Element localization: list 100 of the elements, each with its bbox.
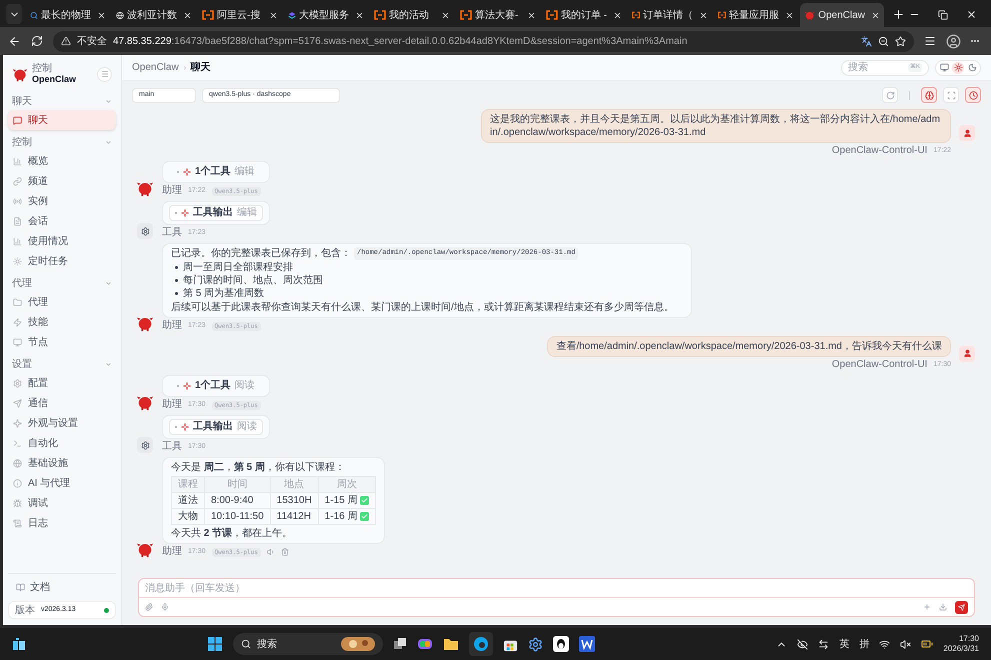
- browser-tab[interactable]: 大模型服务: [284, 3, 368, 27]
- docs-link[interactable]: 文档: [30, 580, 50, 595]
- ime-language[interactable]: 英: [839, 636, 850, 652]
- address-field[interactable]: 不安全 47.85.35.229:16473/bae5f288/chat?spm=5176.swas-next_server-detail.0.0.62b44ad8YKtemD&session=agent%3Amain%3Amain: [53, 30, 914, 52]
- message-composer-field[interactable]: 消息助手（回车发送）: [138, 578, 975, 617]
- restore-icon[interactable]: [938, 10, 948, 20]
- bug-icon: [13, 498, 22, 508]
- nav-item[interactable]: 通信: [8, 393, 116, 413]
- breadcrumb-item[interactable]: OpenClaw: [132, 60, 179, 75]
- search-placeholder: 搜索: [257, 638, 278, 652]
- nav-item[interactable]: 使用情况: [8, 231, 116, 251]
- nav-item[interactable]: 聊天: [8, 110, 116, 130]
- profile-avatar-icon[interactable]: [946, 34, 961, 48]
- new-tab-icon[interactable]: [892, 8, 905, 21]
- browser-tab[interactable]: 轻量应用服: [714, 3, 798, 27]
- close-icon[interactable]: [785, 10, 794, 20]
- clock-time[interactable]: 17:30: [958, 634, 979, 644]
- favorite-star-icon[interactable]: [895, 36, 906, 46]
- nav-label: 聊天: [28, 114, 48, 128]
- browser-tab[interactable]: 波利亚计数: [112, 3, 196, 27]
- nav-item[interactable]: 频道: [8, 171, 116, 191]
- ime-mode[interactable]: 拼: [859, 636, 870, 652]
- browser-tab[interactable]: 我的活动: [370, 3, 454, 27]
- browser-tab[interactable]: 最长的物理: [26, 3, 110, 27]
- close-icon[interactable]: [269, 10, 278, 20]
- browser-tab[interactable]: 算法大赛-: [456, 3, 540, 27]
- nav-item[interactable]: AI 与代理: [8, 473, 116, 493]
- word-icon[interactable]: [579, 636, 596, 652]
- wifi-icon[interactable]: [879, 638, 890, 650]
- nav-item[interactable]: 基础设施: [8, 453, 116, 473]
- nav-item[interactable]: 会话: [8, 211, 116, 231]
- nav-item[interactable]: 日志: [8, 513, 116, 533]
- nav-item[interactable]: 技能: [8, 312, 116, 332]
- nav-item[interactable]: 定时任务: [8, 251, 116, 271]
- clock-button[interactable]: [965, 87, 981, 103]
- search-icon[interactable]: [241, 639, 252, 649]
- nav-item[interactable]: 调试: [8, 493, 116, 513]
- browser-tab[interactable]: 订单详情（: [628, 3, 712, 27]
- nav-item[interactable]: 实例: [8, 191, 116, 211]
- thinking-toggle-button[interactable]: [921, 87, 937, 103]
- taskbar-search-field[interactable]: 搜索: [233, 633, 384, 655]
- copilot-icon[interactable]: [417, 636, 434, 652]
- start-icon[interactable]: [207, 636, 224, 652]
- nav-item[interactable]: 概览: [8, 151, 116, 171]
- tool-output-chip[interactable]: 工具输出 阅读: [169, 419, 263, 435]
- nav-item[interactable]: 自动化: [8, 433, 116, 453]
- tool-card[interactable]: 1个工具 编辑: [162, 161, 270, 183]
- penguin-icon[interactable]: [553, 636, 570, 652]
- tool-card[interactable]: 1个工具 阅读: [162, 375, 270, 397]
- close-icon[interactable]: [183, 10, 192, 20]
- tab-title: 订单详情（: [643, 8, 693, 22]
- translate-icon[interactable]: [861, 36, 872, 46]
- close-icon[interactable]: [355, 10, 364, 20]
- nav-item[interactable]: 节点: [8, 332, 116, 352]
- nav-item[interactable]: 外观与设置: [8, 413, 116, 433]
- back-icon[interactable]: [8, 34, 21, 48]
- browser-tab[interactable]: OpenClaw: [800, 3, 884, 27]
- tool-card[interactable]: 工具输出 阅读: [162, 415, 270, 439]
- search-placeholder: 搜索: [848, 60, 869, 75]
- clock-date[interactable]: 2026/3/31: [943, 644, 979, 654]
- settings-icon[interactable]: [528, 636, 544, 652]
- table-cell: 1-15 周: [318, 492, 376, 508]
- widgets-icon[interactable]: [12, 637, 26, 651]
- sparkle-icon: [181, 423, 189, 431]
- tab-list-button[interactable]: [6, 4, 22, 24]
- table-cell: 11412H: [270, 508, 318, 524]
- browser-tab[interactable]: 阿里云-搜: [198, 3, 282, 27]
- close-icon[interactable]: [966, 9, 977, 20]
- volume-icon[interactable]: [900, 638, 912, 650]
- close-icon[interactable]: [97, 10, 106, 20]
- sparkle-icon: [183, 168, 191, 176]
- close-icon[interactable]: [613, 10, 622, 20]
- folder-icon[interactable]: [443, 637, 460, 651]
- task-view-icon[interactable]: [393, 637, 408, 651]
- close-icon[interactable]: [871, 10, 880, 20]
- tool-action: 阅读: [237, 421, 257, 433]
- favorites-icon[interactable]: [924, 35, 936, 47]
- zoom-icon[interactable]: [878, 36, 889, 46]
- battery-icon[interactable]: [921, 638, 934, 650]
- user-message-bubble: 查看/home/admin/.openclaw/workspace/memory/2026-03-31.md，告诉我今天有什么课: [547, 336, 951, 357]
- browser-icon[interactable]: [469, 632, 494, 656]
- close-icon[interactable]: [441, 10, 450, 20]
- tool-output-chip[interactable]: 工具输出 编辑: [169, 205, 263, 221]
- bracket-icon: [460, 10, 472, 20]
- brain-icon[interactable]: [924, 90, 934, 100]
- nav-label: 通信: [28, 396, 48, 410]
- send-icon[interactable]: [958, 604, 965, 610]
- nav-item[interactable]: 配置: [8, 373, 116, 393]
- search-icon: [30, 10, 38, 20]
- switch-icon[interactable]: [818, 638, 830, 650]
- reload-icon[interactable]: [31, 35, 43, 47]
- browser-tab[interactable]: 我的订单 -: [542, 3, 626, 27]
- send-button[interactable]: [955, 600, 968, 614]
- eye-off-icon[interactable]: [797, 638, 808, 650]
- clock-icon[interactable]: [968, 90, 978, 100]
- tool-card[interactable]: 工具输出 编辑: [162, 201, 270, 225]
- close-icon[interactable]: [527, 10, 536, 20]
- nav-item[interactable]: 代理: [8, 292, 116, 312]
- tab-title: 轻量应用服: [729, 8, 779, 22]
- close-icon[interactable]: [699, 10, 708, 20]
